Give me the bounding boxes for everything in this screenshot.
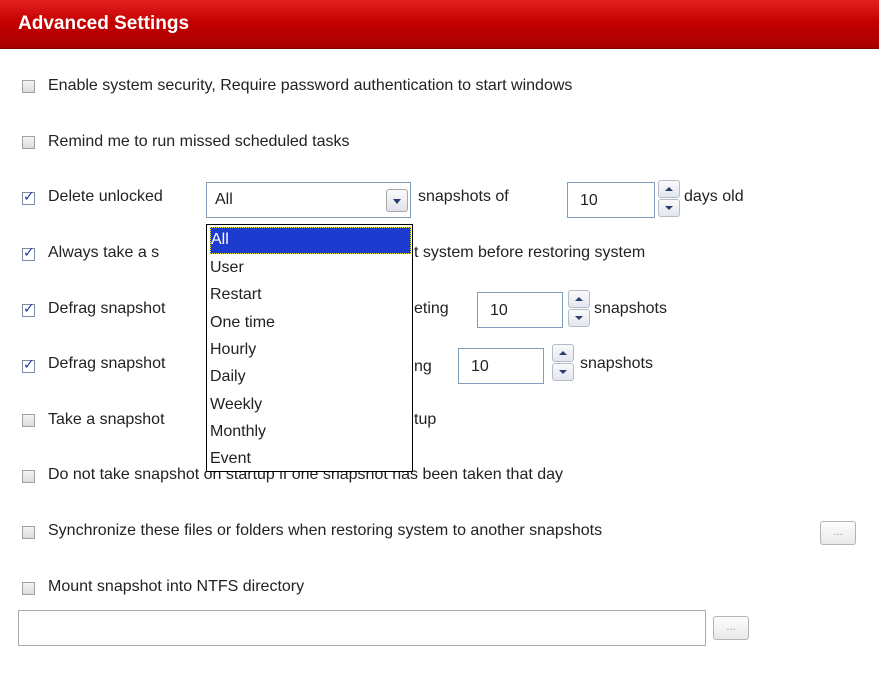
defrag-2-stepper[interactable] — [552, 344, 574, 382]
defrag-1-label-left: Defrag snapshot — [48, 300, 166, 317]
delete-unlocked-checkbox[interactable] — [22, 189, 35, 205]
days-old-value: 10 — [580, 192, 598, 209]
defrag-1-after-label: snapshots — [594, 300, 667, 317]
days-old-input[interactable]: 10 — [567, 182, 655, 218]
dropdown-option-all[interactable]: All — [210, 227, 411, 254]
snapshot-type-dropdown: All User Restart One time Hourly Daily W… — [206, 224, 413, 472]
defrag-2-value: 10 — [471, 358, 489, 375]
mount-label: Mount snapshot into NTFS directory — [48, 578, 305, 595]
defrag-1-value: 10 — [490, 302, 508, 319]
dropdown-option-one-time[interactable]: One time — [210, 310, 411, 337]
synchronize-browse-button[interactable]: ... — [820, 521, 856, 545]
dropdown-option-daily[interactable]: Daily — [210, 364, 411, 391]
remind-missed-checkbox[interactable] — [22, 136, 35, 149]
take-startup-label-right: tup — [414, 411, 437, 428]
mount-path-input[interactable] — [18, 610, 706, 646]
defrag-2-after-label: snapshots — [580, 355, 653, 372]
defrag-2-checkbox[interactable] — [22, 357, 35, 373]
days-old-stepper[interactable] — [658, 180, 680, 218]
defrag-1-label-mid: eting — [414, 300, 449, 317]
dropdown-option-hourly[interactable]: Hourly — [210, 337, 411, 364]
always-take-label-left: Always take a s — [48, 244, 160, 261]
remind-missed-label: Remind me to run missed scheduled tasks — [48, 133, 350, 150]
stepper-up-icon[interactable] — [552, 344, 574, 362]
synchronize-checkbox[interactable] — [22, 526, 35, 539]
defrag-2-input[interactable]: 10 — [458, 348, 544, 384]
no-snapshot-startup-checkbox[interactable] — [22, 470, 35, 483]
chevron-down-icon[interactable] — [386, 189, 408, 212]
settings-header: Advanced Settings — [0, 0, 879, 49]
defrag-2-label-left: Defrag snapshot — [48, 355, 166, 372]
dropdown-option-restart[interactable]: Restart — [210, 282, 411, 309]
dropdown-option-user[interactable]: User — [210, 255, 411, 282]
snapshots-of-label: snapshots of — [418, 188, 509, 205]
stepper-down-icon[interactable] — [658, 199, 680, 217]
system-security-label: Enable system security, Require password… — [48, 77, 573, 94]
mount-browse-button[interactable]: ... — [713, 616, 749, 640]
synchronize-label: Synchronize these files or folders when … — [48, 522, 603, 539]
mount-checkbox[interactable] — [22, 582, 35, 595]
delete-unlocked-label: Delete unlocked — [48, 188, 163, 205]
days-old-label: days old — [684, 188, 744, 205]
defrag-1-input[interactable]: 10 — [477, 292, 563, 328]
header-title: Advanced Settings — [18, 13, 190, 34]
stepper-down-icon[interactable] — [568, 309, 590, 327]
take-startup-label-left: Take a snapshot — [48, 411, 165, 428]
snapshot-type-select[interactable]: All — [206, 182, 411, 218]
system-security-checkbox[interactable] — [22, 80, 35, 93]
take-startup-checkbox[interactable] — [22, 414, 35, 427]
stepper-down-icon[interactable] — [552, 363, 574, 381]
snapshot-type-value: All — [215, 191, 233, 208]
always-take-checkbox[interactable] — [22, 245, 35, 261]
always-take-label-right: t system before restoring system — [414, 244, 646, 261]
dropdown-option-weekly[interactable]: Weekly — [210, 392, 411, 419]
dropdown-option-event[interactable]: Event — [210, 446, 411, 473]
stepper-up-icon[interactable] — [568, 290, 590, 308]
defrag-2-label-mid: ng — [414, 358, 432, 375]
stepper-up-icon[interactable] — [658, 180, 680, 198]
dropdown-option-monthly[interactable]: Monthly — [210, 419, 411, 446]
defrag-1-checkbox[interactable] — [22, 301, 35, 317]
defrag-1-stepper[interactable] — [568, 290, 590, 328]
